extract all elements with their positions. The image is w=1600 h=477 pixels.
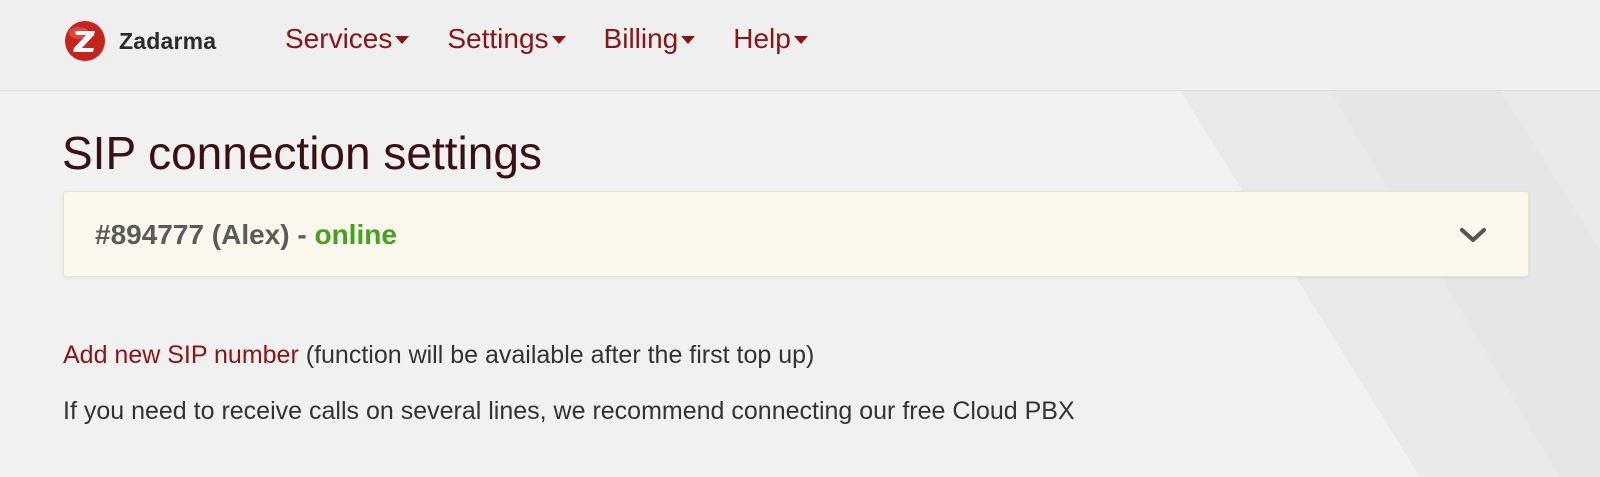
brand-logo[interactable]: Zadarma <box>63 19 216 63</box>
sip-account-panel[interactable]: #894777 (Alex) - online <box>63 191 1529 277</box>
caret-down-icon <box>793 36 808 44</box>
sip-account-label: #894777 (Alex) - <box>95 219 315 250</box>
nav-settings[interactable]: Settings <box>447 23 566 55</box>
page-title: SIP connection settings <box>62 127 542 179</box>
add-sip-row: Add new SIP number (function will be ava… <box>63 341 814 370</box>
nav-settings-label: Settings <box>447 23 549 54</box>
caret-down-icon <box>551 36 566 44</box>
caret-down-icon <box>395 36 410 44</box>
main-menu: Services Settings Billing Help <box>285 23 846 55</box>
caret-down-icon <box>681 36 696 44</box>
nav-billing[interactable]: Billing <box>604 23 696 55</box>
chevron-down-icon[interactable] <box>1458 225 1488 245</box>
sip-account-summary: #894777 (Alex) - online <box>95 219 397 251</box>
nav-billing-label: Billing <box>603 23 679 54</box>
add-sip-number-link[interactable]: Add new SIP number <box>63 341 299 369</box>
nav-services[interactable]: Services <box>285 23 410 55</box>
nav-services-label: Services <box>285 23 393 54</box>
sip-status-badge: online <box>314 219 397 250</box>
top-navigation-bar: Zadarma Services Settings Billing Help <box>0 0 1600 91</box>
nav-help-label: Help <box>733 23 791 54</box>
cloud-pbx-info: If you need to receive calls on several … <box>63 397 1075 425</box>
add-sip-note: (function will be available after the fi… <box>298 341 815 369</box>
zadarma-logo-icon <box>65 21 105 61</box>
brand-name: Zadarma <box>119 27 217 54</box>
nav-help[interactable]: Help <box>733 23 808 55</box>
